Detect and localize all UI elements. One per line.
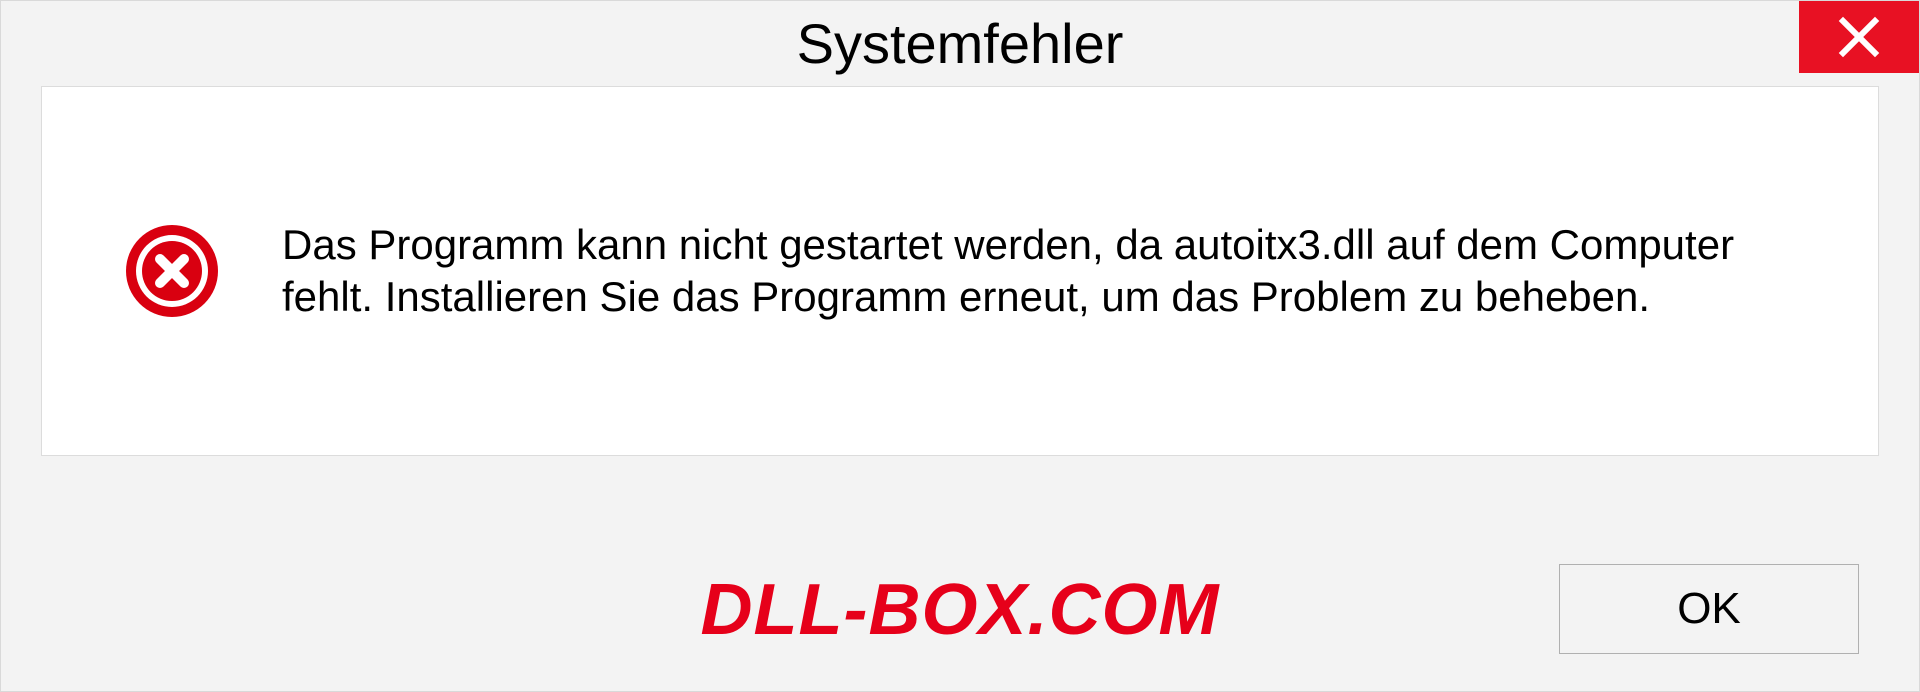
dialog-footer: DLL-BOX.COM OK	[1, 526, 1919, 691]
ok-button[interactable]: OK	[1559, 564, 1859, 654]
error-dialog: Systemfehler Das Programm kann nicht ges…	[0, 0, 1920, 692]
content-panel: Das Programm kann nicht gestartet werden…	[41, 86, 1879, 456]
dialog-title: Systemfehler	[797, 11, 1124, 76]
error-message: Das Programm kann nicht gestartet werden…	[282, 219, 1818, 324]
titlebar: Systemfehler	[1, 1, 1919, 86]
error-icon	[122, 221, 222, 321]
close-button[interactable]	[1799, 1, 1919, 73]
watermark-text: DLL-BOX.COM	[701, 569, 1220, 651]
close-icon	[1837, 15, 1881, 59]
